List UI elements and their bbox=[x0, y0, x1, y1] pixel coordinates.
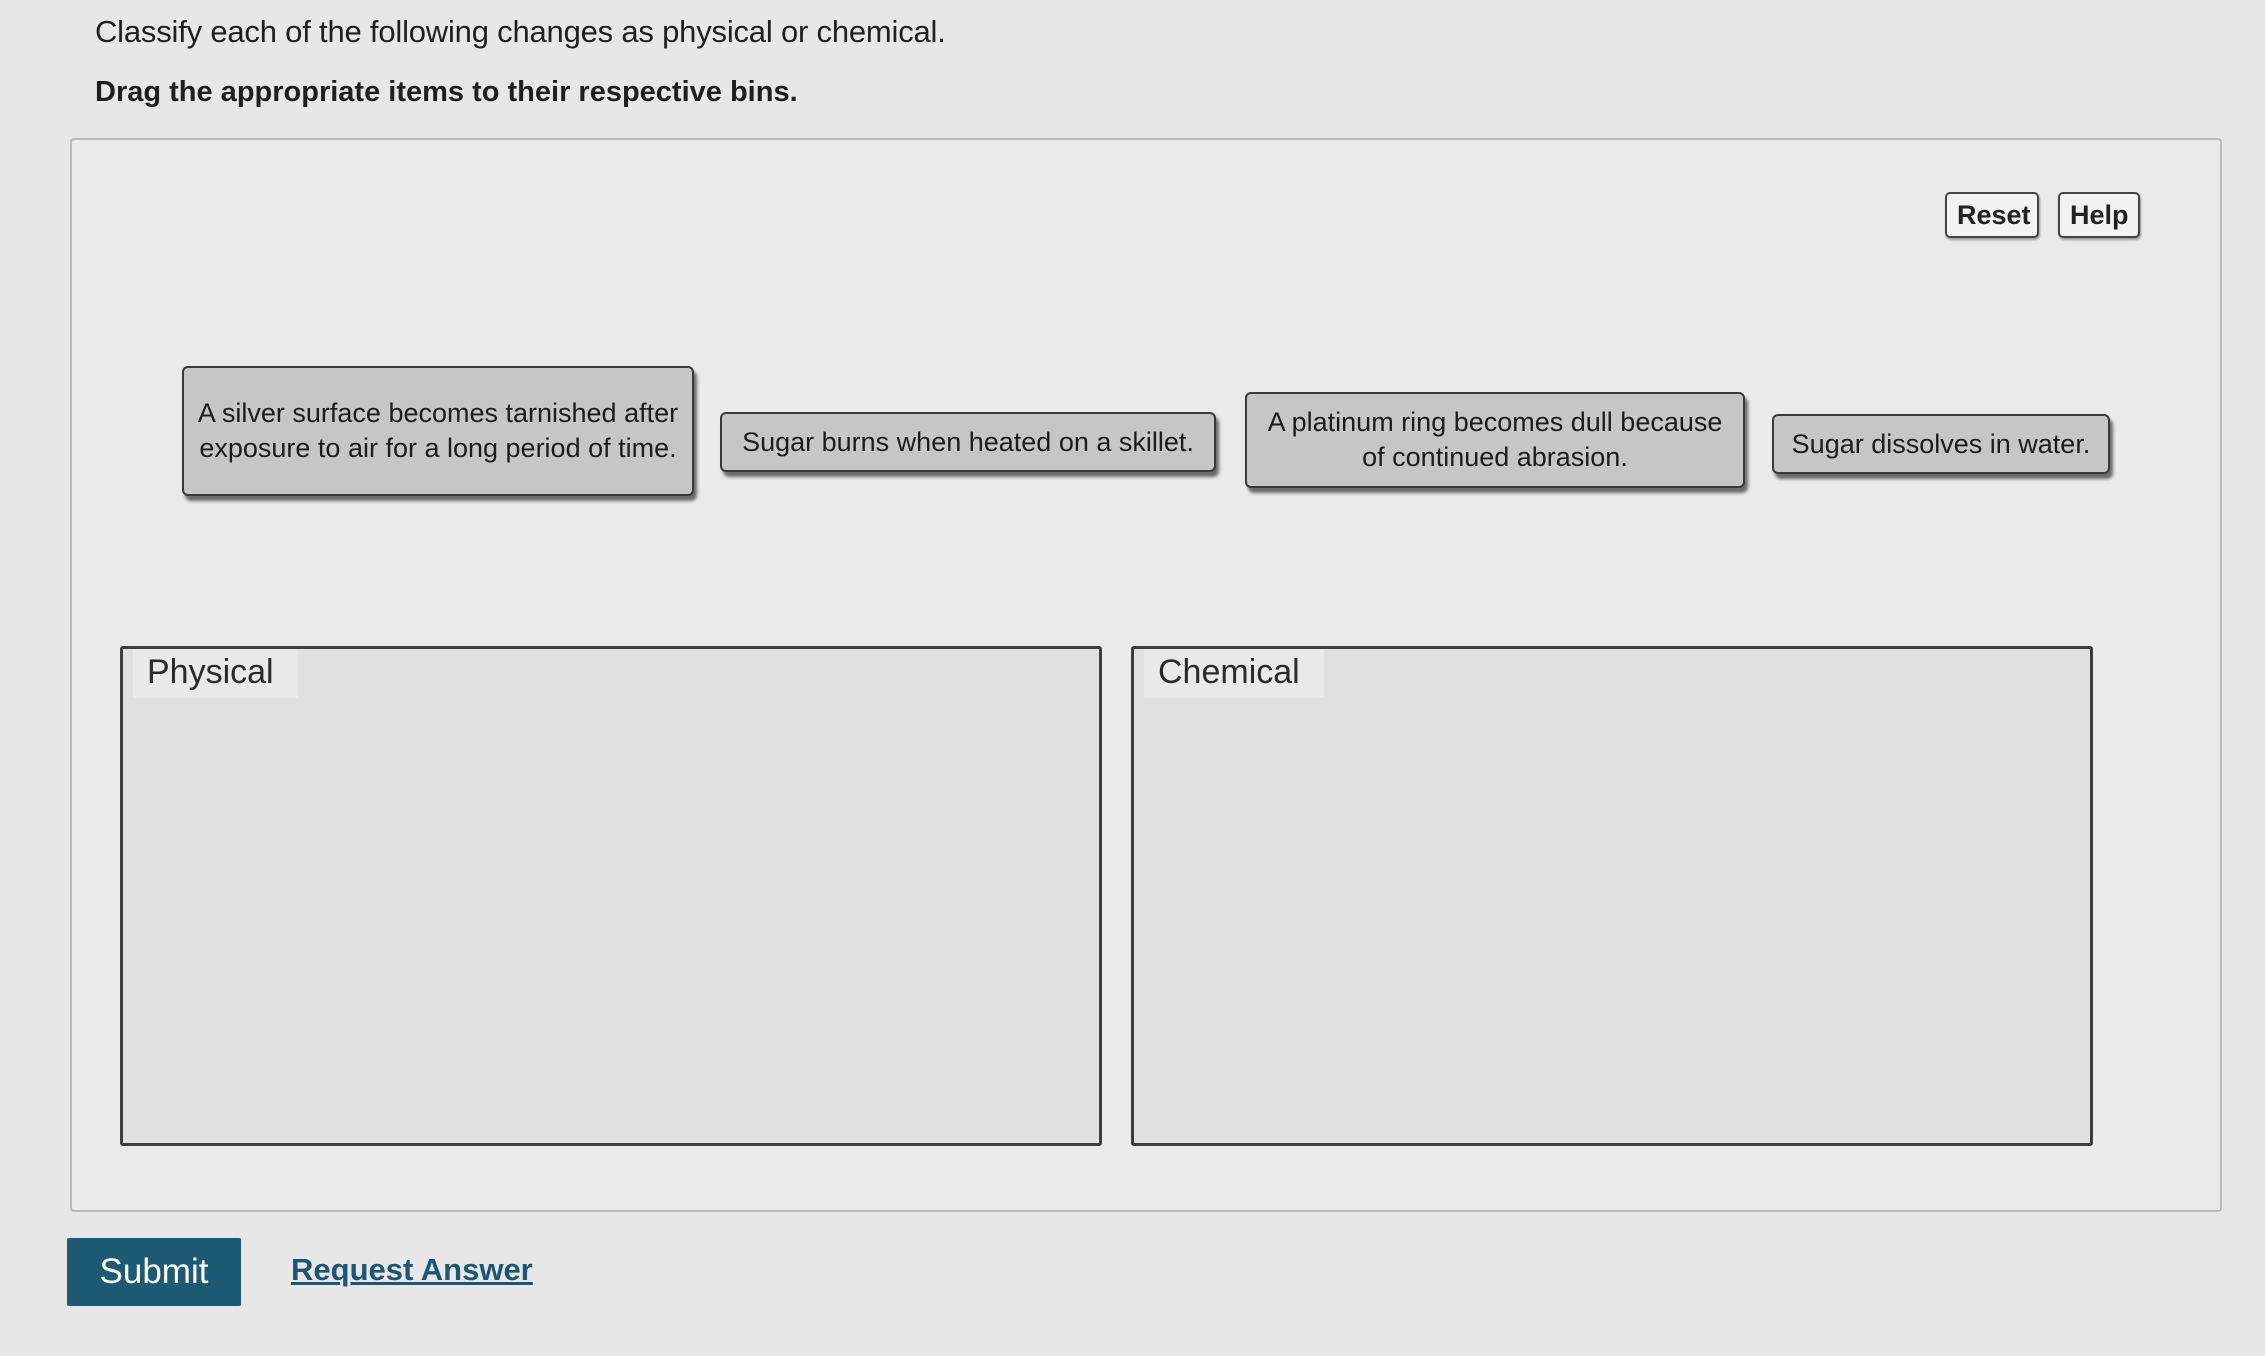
request-answer-link[interactable]: Request Answer bbox=[291, 1252, 533, 1288]
bin-chemical-drop-zone[interactable] bbox=[1134, 699, 2090, 1143]
bin-physical-drop-zone[interactable] bbox=[123, 699, 1099, 1143]
bin-physical[interactable]: Physical bbox=[120, 646, 1102, 1146]
drag-item-label: A silver surface becomes tarnished after… bbox=[197, 398, 679, 463]
bin-chemical-label: Chemical bbox=[1144, 649, 1324, 698]
drag-item-platinum-ring[interactable]: A platinum ring becomes dull because of … bbox=[1245, 392, 1745, 488]
drag-item-silver-tarnished[interactable]: A silver surface becomes tarnished after… bbox=[182, 366, 694, 496]
bin-physical-label: Physical bbox=[133, 649, 298, 698]
help-button[interactable]: Help bbox=[2058, 192, 2140, 238]
question-instruction: Classify each of the following changes a… bbox=[95, 14, 946, 49]
reset-button[interactable]: Reset bbox=[1945, 192, 2039, 238]
drag-item-sugar-burns[interactable]: Sugar burns when heated on a skillet. bbox=[720, 412, 1216, 472]
drag-drop-workspace: Reset Help A silver surface becomes tarn… bbox=[70, 138, 2222, 1212]
drag-item-label: Sugar dissolves in water. bbox=[1791, 428, 2091, 459]
drag-instruction: Drag the appropriate items to their resp… bbox=[95, 76, 798, 108]
submit-button[interactable]: Submit bbox=[67, 1238, 241, 1306]
drag-item-sugar-dissolves[interactable]: Sugar dissolves in water. bbox=[1772, 414, 2110, 474]
bin-chemical[interactable]: Chemical bbox=[1131, 646, 2093, 1146]
drag-item-label: Sugar burns when heated on a skillet. bbox=[742, 426, 1194, 457]
drag-item-label: A platinum ring becomes dull because of … bbox=[1267, 407, 1723, 472]
